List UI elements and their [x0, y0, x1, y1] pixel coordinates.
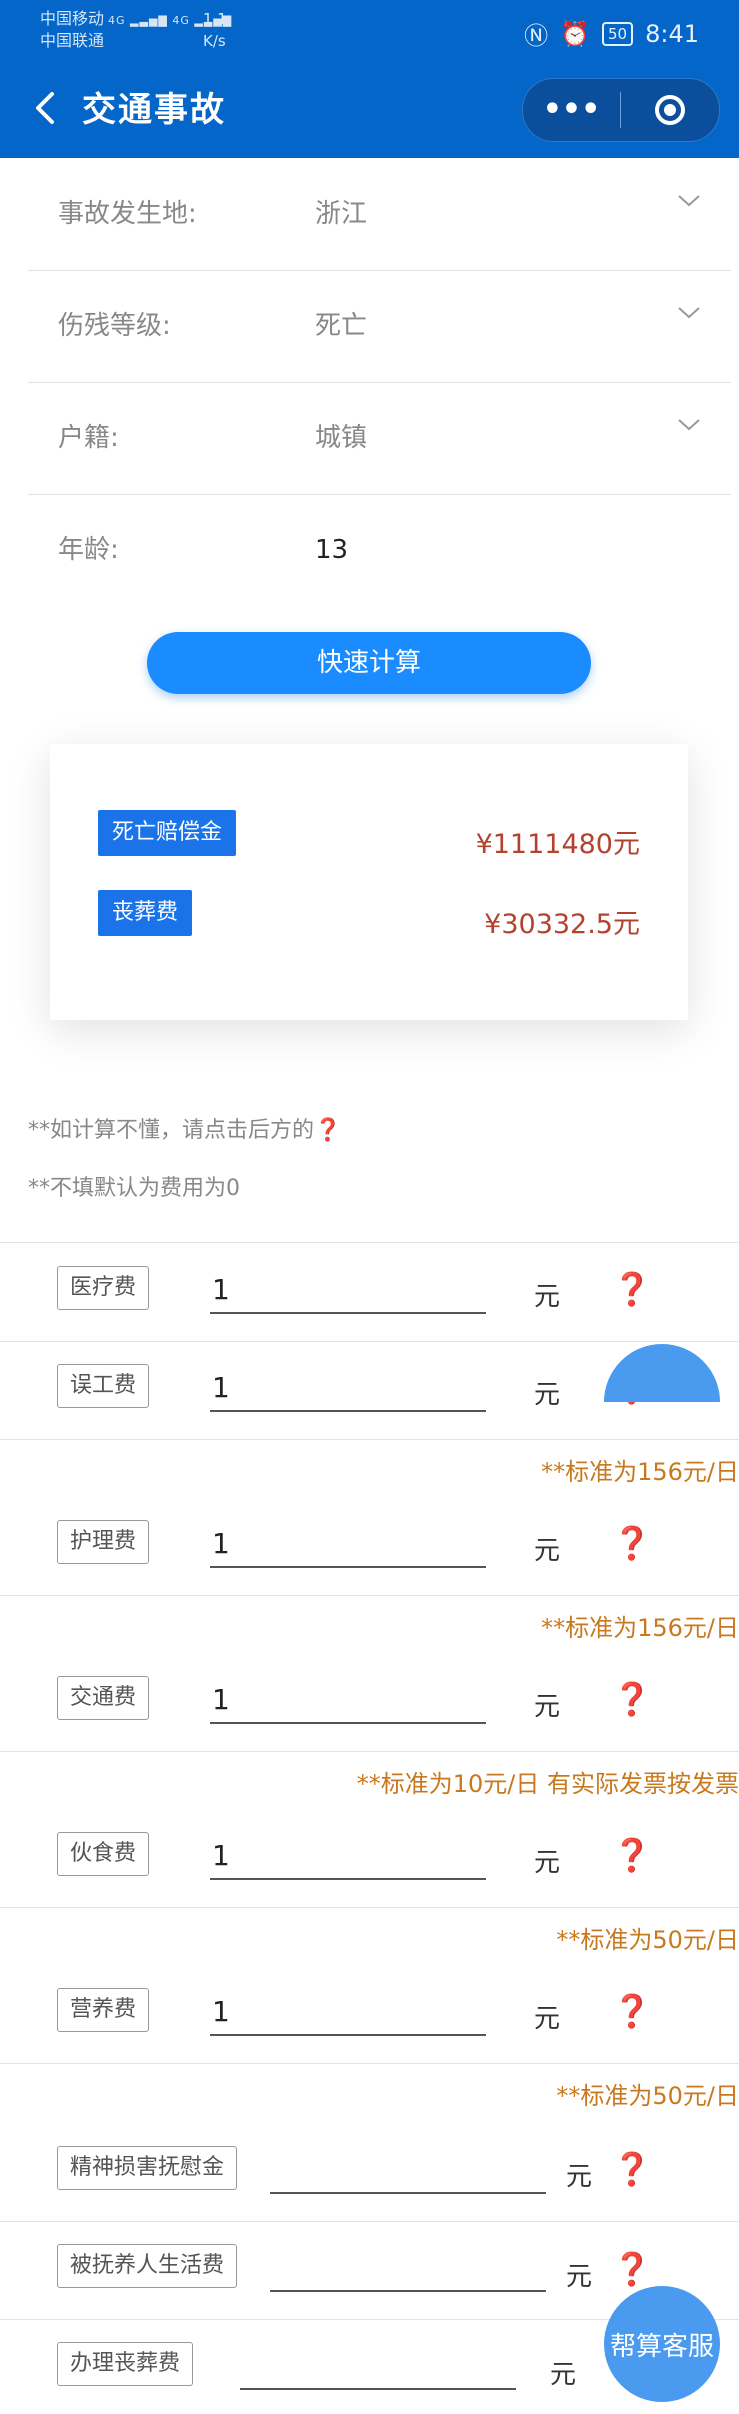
nursing-fee-input[interactable]	[210, 1520, 486, 1568]
divider	[0, 1751, 739, 1752]
fee-label-nutrition: 营养费	[57, 1988, 150, 2032]
carrier-1: 中国移动	[40, 9, 105, 28]
result-label-funeral: 丧葬费	[98, 890, 193, 936]
battery-icon: 50	[602, 21, 634, 46]
meals-fee-input[interactable]	[210, 1832, 486, 1880]
speed-value: 1.1	[203, 10, 227, 28]
divider	[0, 1242, 739, 1243]
network-speed: 1.1 K/s	[203, 8, 227, 52]
results-card: 死亡赔偿金 ¥1111480元 丧葬费 ¥30332.5元	[50, 744, 688, 1020]
place-select[interactable]: 浙江	[315, 158, 367, 270]
unit-label: 元	[534, 1692, 561, 1722]
question-icon[interactable]: ❓	[612, 2250, 652, 2288]
carrier-info: 中国移动 中国联通	[40, 8, 104, 52]
hint-nursing: **标准为156元/日	[541, 1614, 739, 1642]
unit-label: 元	[566, 2262, 593, 2292]
question-icon[interactable]: ❓	[612, 1836, 652, 1874]
transport-fee-input[interactable]	[210, 1676, 486, 1724]
chevron-down-icon	[678, 419, 700, 431]
residence-select[interactable]: 城镇	[315, 382, 367, 494]
clock-time: 8:41	[645, 19, 699, 48]
fee-label-lost-wages: 误工费	[57, 1364, 150, 1408]
result-amount-funeral: ¥30332.5元	[484, 909, 640, 940]
unit-label: 元	[534, 1380, 561, 1410]
question-icon[interactable]: ❓	[612, 2150, 652, 2188]
miniprogram-capsule: •••	[522, 78, 720, 142]
age-row: 年龄: 13	[28, 494, 731, 606]
question-icon[interactable]: ❓	[612, 1992, 652, 2030]
chevron-left-icon	[36, 92, 54, 124]
close-button[interactable]	[621, 95, 718, 125]
result-label-death-compensation: 死亡赔偿金	[98, 810, 237, 856]
divider	[0, 2063, 739, 2064]
unit-label: 元	[550, 2360, 577, 2390]
place-label: 事故发生地:	[58, 199, 197, 229]
divider	[0, 1907, 739, 1908]
age-input[interactable]: 13	[315, 494, 348, 606]
unit-label: 元	[534, 1848, 561, 1878]
question-icon[interactable]: ❓	[612, 1270, 652, 1308]
nav-bar: 交通事故 •••	[0, 62, 739, 158]
divider	[0, 1341, 739, 1342]
funeral-handling-fee-input[interactable]	[240, 2342, 516, 2390]
hint-nutrition: **标准为50元/日	[556, 2082, 739, 2110]
page-title: 交通事故	[82, 90, 226, 130]
result-amount-death-compensation: ¥1111480元	[475, 829, 640, 860]
note-help: **如计算不懂，请点击后方的❓	[28, 1112, 341, 1144]
nutrition-fee-input[interactable]	[210, 1988, 486, 2036]
unit-label: 元	[534, 1282, 561, 1312]
fee-label-nursing: 护理费	[57, 1520, 150, 1564]
hint-transport: **标准为10元/日 有实际发票按发票	[356, 1770, 739, 1798]
residence-label: 户籍:	[58, 423, 119, 453]
question-icon: ❓	[314, 1118, 342, 1143]
fee-label-mental-damage: 精神损害抚慰金	[57, 2146, 238, 2190]
unit-label: 元	[534, 1536, 561, 1566]
divider	[0, 2221, 739, 2222]
unit-label: 元	[534, 2004, 561, 2034]
dependent-living-fee-input[interactable]	[270, 2244, 546, 2292]
question-icon[interactable]: ❓	[612, 1524, 652, 1562]
status-bar: 中国移动 中国联通 4G ▂▃▅▇ 4G ▂▃▅▇ 1.1 K/s Ⓝ ⏰ 50…	[0, 0, 739, 62]
fee-label-transport: 交通费	[57, 1676, 150, 1720]
disability-row[interactable]: 伤残等级: 死亡	[28, 270, 731, 383]
service-button[interactable]: 帮算客服	[604, 2286, 720, 2402]
fee-label-medical: 医疗费	[57, 1266, 150, 1310]
more-button[interactable]: •••	[523, 79, 620, 141]
signal-label-2: 4G	[172, 14, 190, 27]
age-label: 年龄:	[58, 535, 119, 565]
hint-lost-wages: **标准为156元/日	[541, 1458, 739, 1486]
divider	[0, 1439, 739, 1440]
note-help-text: **如计算不懂，请点击后方的	[28, 1118, 315, 1143]
alarm-icon: ⏰	[560, 19, 590, 48]
place-row[interactable]: 事故发生地: 浙江	[28, 158, 731, 271]
fee-label-funeral-handling: 办理丧葬费	[57, 2342, 194, 2386]
target-icon	[654, 95, 685, 125]
status-right: Ⓝ ⏰ 50 8:41	[524, 16, 699, 51]
chevron-down-icon	[678, 195, 700, 207]
signal-label-1: 4G	[108, 14, 126, 27]
back-button[interactable]	[26, 88, 66, 128]
disability-select[interactable]: 死亡	[315, 270, 367, 382]
quick-calculate-button[interactable]: 快速计算	[147, 632, 591, 694]
nfc-icon: Ⓝ	[524, 22, 549, 50]
fee-label-meals: 伙食费	[57, 1832, 150, 1876]
disability-label: 伤残等级:	[58, 311, 171, 341]
floating-service-button-partial[interactable]	[604, 1344, 720, 1402]
carrier-2: 中国联通	[40, 31, 105, 50]
question-icon[interactable]: ❓	[612, 1680, 652, 1718]
medical-fee-input[interactable]	[210, 1266, 486, 1314]
speed-unit: K/s	[203, 32, 226, 50]
mental-damage-fee-input[interactable]	[270, 2146, 546, 2194]
hint-meals: **标准为50元/日	[556, 1926, 739, 1954]
residence-row[interactable]: 户籍: 城镇	[28, 382, 731, 495]
fee-label-dependent-living: 被抚养人生活费	[57, 2244, 238, 2288]
unit-label: 元	[566, 2162, 593, 2192]
lost-wages-fee-input[interactable]	[210, 1364, 486, 1412]
chevron-down-icon	[678, 307, 700, 319]
divider	[0, 1595, 739, 1596]
note-default: **不填默认为费用为0	[28, 1176, 240, 1201]
